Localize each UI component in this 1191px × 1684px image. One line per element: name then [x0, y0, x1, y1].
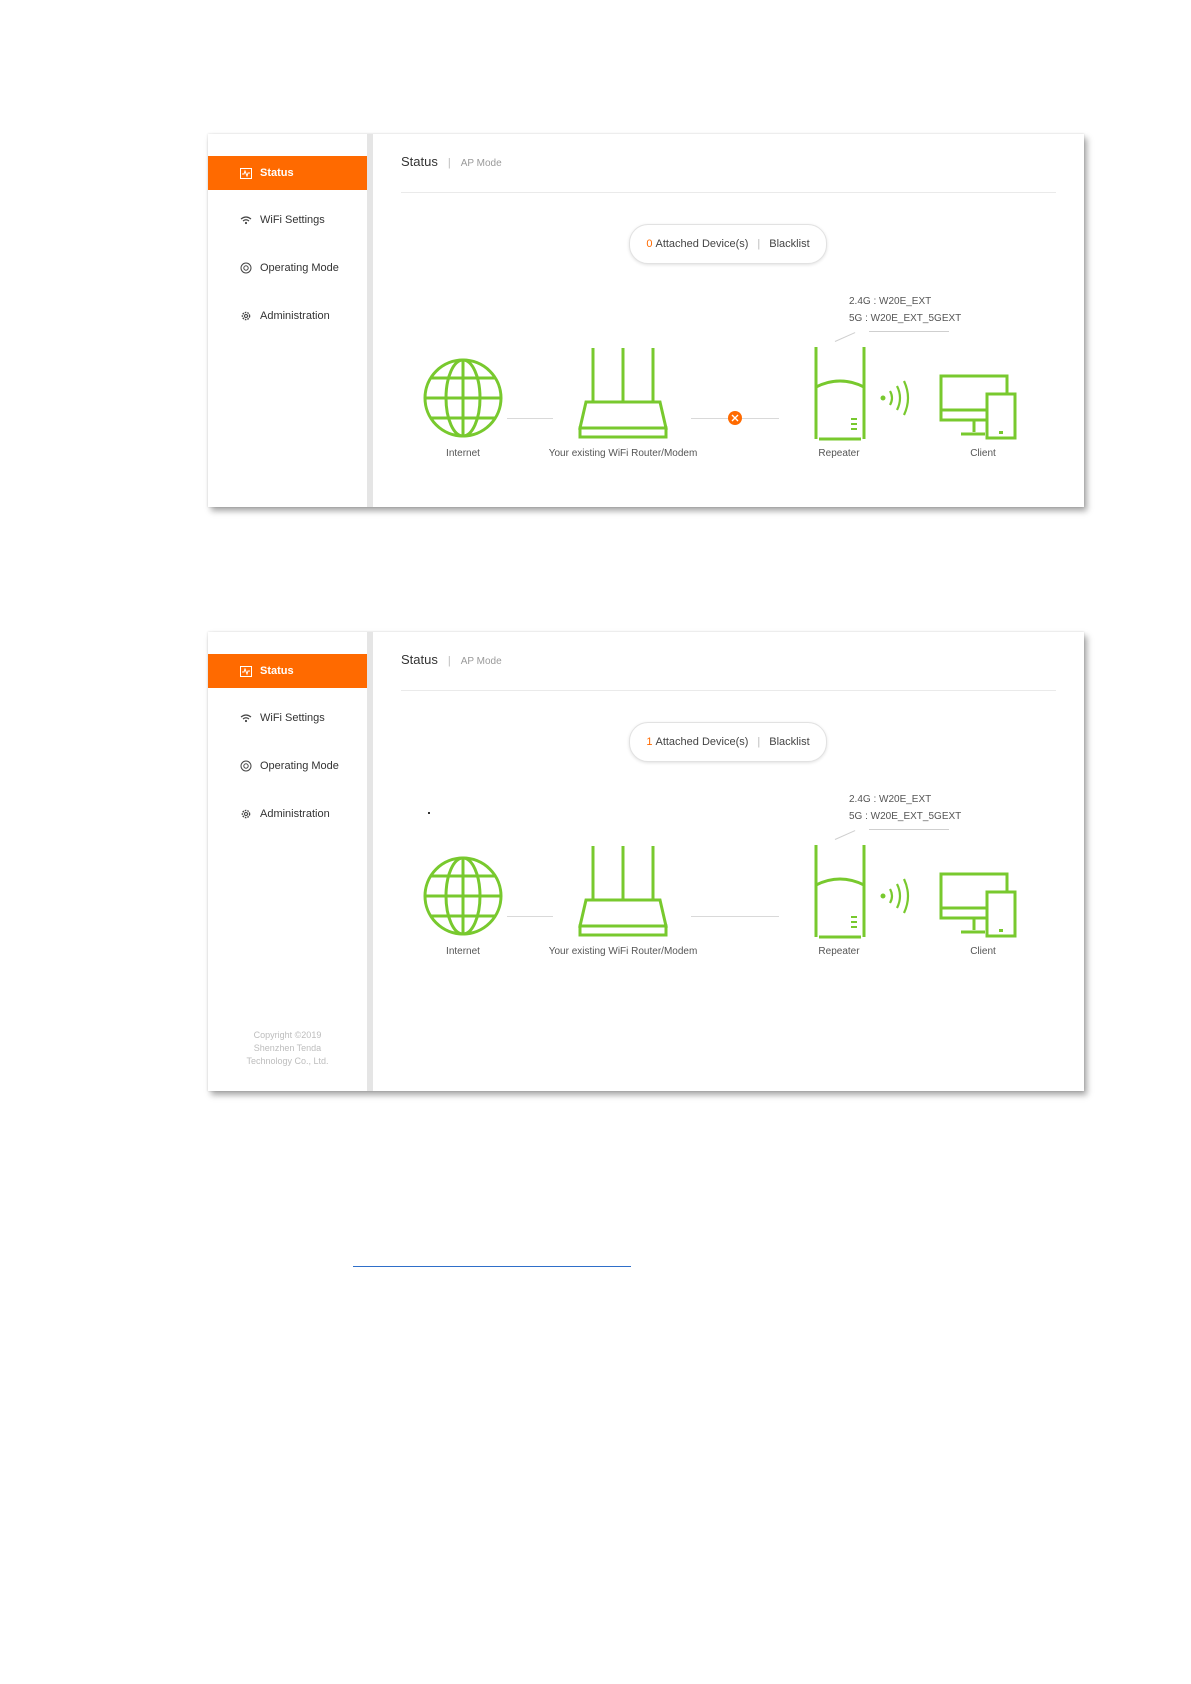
client-devices-icon — [939, 872, 1017, 938]
pill-separator: | — [757, 736, 761, 748]
operating-mode-icon — [238, 758, 254, 774]
status-screenshot-connected: Status WiFi Settings Operating Mode Admi… — [208, 632, 1084, 1091]
status-icon — [238, 663, 254, 679]
ssid-info: 2.4G : W20E_EXT 5G : W20E_EXT_5GEXT — [849, 791, 961, 825]
page-title: Status — [401, 154, 438, 169]
attached-devices-pill: 1 Attached Device(s) | Blacklist — [629, 722, 827, 762]
ssid-underline — [869, 331, 949, 332]
connector-line — [507, 916, 553, 917]
globe-icon — [422, 357, 504, 439]
ssid-pointer-line — [834, 830, 856, 840]
ssid-underline — [869, 829, 949, 830]
wireless-signal-icon — [879, 876, 913, 916]
header-separator: | — [447, 655, 451, 667]
page-header: Status | AP Mode — [401, 154, 502, 169]
globe-icon — [422, 855, 504, 937]
internet-label: Internet — [446, 448, 480, 459]
router-icon — [576, 346, 670, 442]
copyright-line: Technology Co., Ltd. — [246, 1056, 329, 1066]
blacklist-link[interactable]: Blacklist — [769, 238, 809, 250]
ssid-24g: 2.4G : W20E_EXT — [849, 296, 932, 307]
hyperlink-underline[interactable] — [353, 1266, 631, 1267]
main-panel: Status | AP Mode 0 Attached Device(s) | … — [373, 134, 1084, 507]
sidebar-item-label: Administration — [260, 808, 330, 820]
blacklist-link[interactable]: Blacklist — [769, 736, 809, 748]
copyright: Copyright ©2019 Shenzhen Tenda Technolog… — [208, 1029, 367, 1068]
sidebar: Status WiFi Settings Operating Mode Admi… — [208, 632, 367, 1091]
client-devices-icon — [939, 374, 1017, 440]
sidebar-item-operating-mode[interactable]: Operating Mode — [208, 251, 367, 285]
attached-devices-link[interactable]: Attached Device(s) — [655, 736, 748, 748]
ssid-pointer-line — [834, 332, 856, 342]
disconnected-error-icon — [728, 411, 742, 425]
sidebar-item-label: Administration — [260, 310, 330, 322]
wireless-signal-icon — [879, 378, 913, 418]
attached-device-count: 0 — [646, 238, 653, 250]
repeater-label: Repeater — [818, 448, 860, 459]
operating-mode-icon — [238, 260, 254, 276]
header-divider — [401, 690, 1056, 691]
ssid-5g: 5G : W20E_EXT_5GEXT — [849, 811, 962, 822]
sidebar-item-wifi-settings[interactable]: WiFi Settings — [208, 701, 367, 735]
header-separator: | — [447, 157, 451, 169]
sidebar-item-label: Status — [260, 167, 294, 179]
router-icon — [576, 844, 670, 940]
mode-label: AP Mode — [460, 656, 502, 667]
wifi-icon — [238, 212, 254, 228]
sidebar-item-status[interactable]: Status — [208, 156, 367, 190]
sidebar-item-label: WiFi Settings — [260, 712, 325, 724]
header-divider — [401, 192, 1056, 193]
attached-devices-link[interactable]: Attached Device(s) — [655, 238, 748, 250]
ssid-24g: 2.4G : W20E_EXT — [849, 794, 932, 805]
sidebar-item-label: Operating Mode — [260, 760, 339, 772]
attached-device-count: 1 — [646, 736, 653, 748]
sidebar-item-wifi-settings[interactable]: WiFi Settings — [208, 203, 367, 237]
client-label: Client — [970, 946, 996, 957]
ssid-info: 2.4G : W20E_EXT 5G : W20E_EXT_5GEXT — [849, 293, 961, 327]
repeater-label: Repeater — [818, 946, 860, 957]
sidebar-item-label: Status — [260, 665, 294, 677]
router-label: Your existing WiFi Router/Modem — [548, 448, 698, 459]
sidebar-item-label: Operating Mode — [260, 262, 339, 274]
sidebar-item-administration[interactable]: Administration — [208, 797, 367, 831]
gear-icon — [238, 806, 254, 822]
router-label: Your existing WiFi Router/Modem — [548, 946, 698, 957]
sidebar-item-administration[interactable]: Administration — [208, 299, 367, 333]
connector-line — [507, 418, 553, 419]
status-icon — [238, 165, 254, 181]
connector-line — [691, 916, 779, 917]
pill-separator: | — [757, 238, 761, 250]
sidebar-item-status[interactable]: Status — [208, 654, 367, 688]
mode-label: AP Mode — [460, 158, 502, 169]
page-title: Status — [401, 652, 438, 667]
repeater-icon — [813, 345, 867, 443]
stray-dot — [428, 812, 430, 814]
main-panel: Status | AP Mode 1 Attached Device(s) | … — [373, 632, 1084, 1091]
sidebar-item-operating-mode[interactable]: Operating Mode — [208, 749, 367, 783]
wifi-icon — [238, 710, 254, 726]
ssid-5g: 5G : W20E_EXT_5GEXT — [849, 313, 962, 324]
client-label: Client — [970, 448, 996, 459]
gear-icon — [238, 308, 254, 324]
internet-label: Internet — [446, 946, 480, 957]
page-header: Status | AP Mode — [401, 652, 502, 667]
copyright-line: Shenzhen Tenda — [253, 1043, 322, 1053]
copyright-line: Copyright ©2019 — [253, 1030, 322, 1040]
sidebar: Status WiFi Settings Operating Mode Admi… — [208, 134, 367, 507]
status-screenshot-disconnected: Status WiFi Settings Operating Mode Admi… — [208, 134, 1084, 507]
attached-devices-pill: 0 Attached Device(s) | Blacklist — [629, 224, 827, 264]
repeater-icon — [813, 843, 867, 941]
sidebar-item-label: WiFi Settings — [260, 214, 325, 226]
